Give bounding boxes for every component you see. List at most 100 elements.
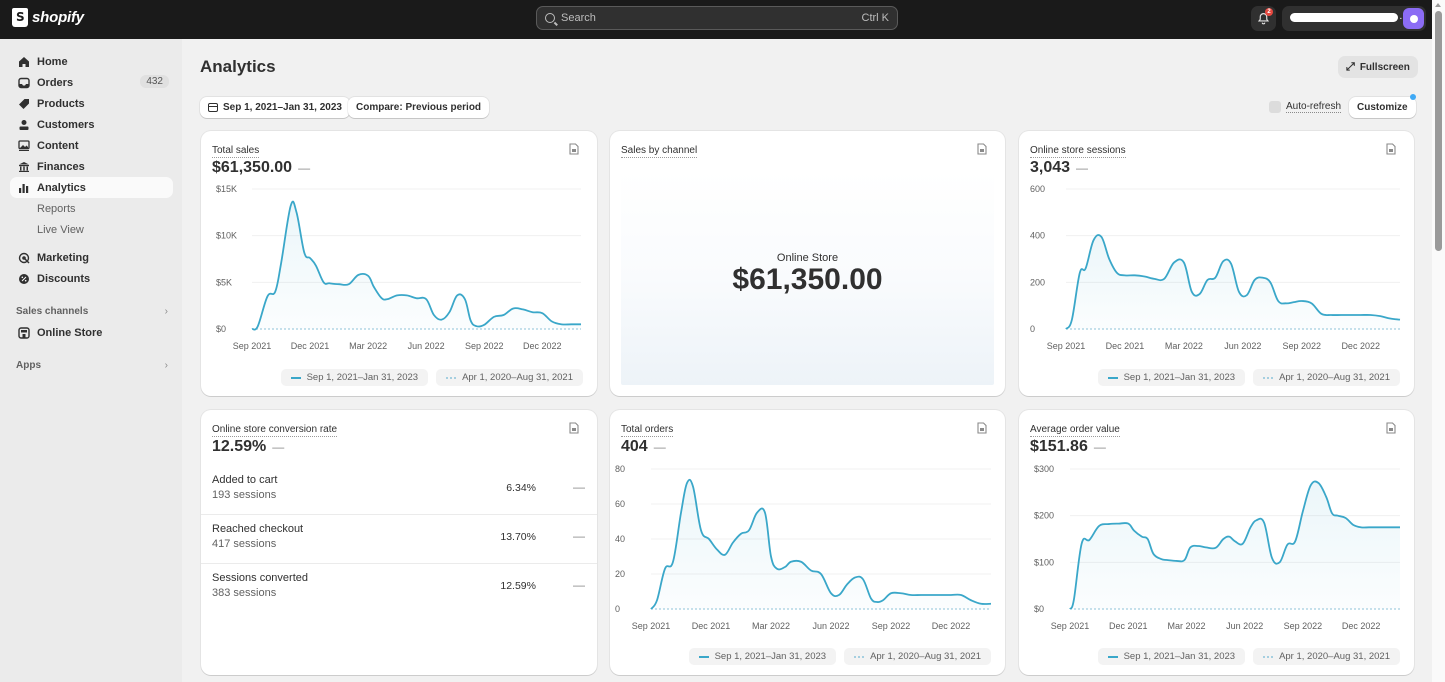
- sidebar-subitem-live-view[interactable]: Live View: [37, 224, 84, 236]
- y-tick-label: $0: [1034, 604, 1044, 614]
- conversion-step-label: Reached checkout: [212, 523, 304, 535]
- card-title[interactable]: Total sales: [212, 145, 260, 158]
- shopify-logo[interactable]: shopify: [12, 8, 84, 27]
- person-icon: [18, 119, 30, 131]
- page-scrollbar[interactable]: [1432, 0, 1445, 682]
- sidebar-section-apps[interactable]: Apps ›: [16, 360, 168, 371]
- legend-previous-period[interactable]: Apr 1, 2020–Aug 31, 2021: [844, 648, 991, 665]
- sidebar-item-marketing[interactable]: Marketing: [10, 247, 173, 268]
- card-title[interactable]: Online store sessions: [1030, 145, 1126, 158]
- sessions-chart: 0 200 400 600 Sep 2021 Dec 2021 Mar 2022 Jun 20…: [1030, 184, 1401, 351]
- conversion-rate-card: Online store conversion rate 12.59% — Ad…: [201, 410, 597, 675]
- card-title[interactable]: Online store conversion rate: [212, 424, 338, 437]
- legend-previous-period[interactable]: Apr 1, 2020–Aug 31, 2021: [1253, 369, 1400, 386]
- sidebar-item-online-store[interactable]: Online Store: [10, 322, 173, 343]
- export-document-icon[interactable]: [569, 422, 579, 434]
- sidebar-subitem-reports[interactable]: Reports: [37, 203, 76, 215]
- card-value: 12.59% —: [212, 438, 284, 456]
- x-tick-label: Mar 2022: [1167, 621, 1205, 631]
- export-document-icon[interactable]: [1386, 143, 1396, 155]
- legend-current-period[interactable]: Sep 1, 2021–Jan 31, 2023: [1097, 369, 1246, 386]
- sidebar-section-sales-channels[interactable]: Sales channels ›: [16, 306, 168, 317]
- customize-button[interactable]: Customize: [1349, 97, 1416, 118]
- legend-previous-period[interactable]: Apr 1, 2020–Aug 31, 2021: [1253, 648, 1400, 665]
- x-tick-label: Jun 2022: [1224, 341, 1261, 351]
- compare-label: Compare: Previous period: [356, 102, 482, 113]
- x-tick-label: Dec 2022: [1341, 341, 1380, 351]
- current-period-area: [1070, 481, 1400, 609]
- top-bar: shopify Search Ctrl K 2 …: [0, 0, 1432, 39]
- export-document-icon[interactable]: [1386, 422, 1396, 434]
- search-input[interactable]: Search Ctrl K: [536, 6, 898, 30]
- notifications-button[interactable]: 2: [1251, 6, 1276, 31]
- account-menu[interactable]: …: [1282, 6, 1426, 31]
- total-orders-chart: 0 20 40 60 80 Sep 2021 Dec 2021 Mar 2022 Jun 202…: [615, 464, 992, 631]
- x-tick-label: Jun 2022: [408, 341, 445, 351]
- scroll-up-arrow-icon[interactable]: [1435, 3, 1441, 7]
- scrollbar-thumb[interactable]: [1435, 11, 1442, 251]
- legend-previous-period[interactable]: Apr 1, 2020–Aug 31, 2021: [436, 369, 583, 386]
- y-tick-label: 200: [1030, 277, 1045, 287]
- y-tick-label: 60: [615, 499, 625, 509]
- y-tick-label: 600: [1030, 184, 1045, 194]
- y-tick-label: 0: [615, 604, 620, 614]
- sidebar-item-customers[interactable]: Customers: [10, 114, 173, 135]
- sidebar-item-analytics[interactable]: Analytics: [10, 177, 173, 198]
- solid-line-swatch: [290, 376, 301, 379]
- current-period-area: [252, 201, 581, 330]
- legend-current-period[interactable]: Sep 1, 2021–Jan 31, 2023: [1097, 648, 1246, 665]
- average-order-value-card: Average order value $151.86 — $0 $100 $200…: [1019, 410, 1414, 675]
- conversion-step-rate: 6.34%: [506, 482, 536, 494]
- sidebar-item-label: Content: [37, 139, 79, 152]
- sidebar-item-label: Customers: [37, 118, 95, 131]
- bank-icon: [18, 161, 30, 173]
- x-tick-label: Sep 2022: [1282, 341, 1321, 351]
- card-title[interactable]: Sales by channel: [621, 145, 698, 158]
- legend-current-period[interactable]: Sep 1, 2021–Jan 31, 2023: [688, 648, 837, 665]
- discount-icon: [18, 273, 30, 285]
- sidebar-item-label: Finances: [37, 160, 85, 173]
- sidebar-item-finances[interactable]: Finances: [10, 156, 173, 177]
- card-title[interactable]: Total orders: [621, 424, 674, 437]
- sidebar-item-orders[interactable]: Orders 432: [10, 72, 173, 93]
- y-tick-label: $0: [216, 324, 226, 334]
- x-tick-label: Dec 2021: [1109, 621, 1148, 631]
- card-title[interactable]: Average order value: [1030, 424, 1120, 437]
- auto-refresh-toggle[interactable]: Auto-refresh: [1269, 101, 1342, 113]
- date-range-picker[interactable]: Sep 1, 2021–Jan 31, 2023: [200, 97, 350, 118]
- x-tick-label: Jun 2022: [812, 621, 849, 631]
- chart-legend: Sep 1, 2021–Jan 31, 2023 Apr 1, 2020–Aug…: [1097, 648, 1400, 665]
- x-tick-label: Dec 2021: [1106, 341, 1145, 351]
- sidebar-item-products[interactable]: Products: [10, 93, 173, 114]
- sidebar-item-label: Discounts: [37, 272, 91, 285]
- conversion-step-label: Sessions converted: [212, 572, 308, 584]
- conversion-row: Sessions converted 383 sessions 12.59% —: [201, 564, 597, 613]
- conversion-step-change: —: [573, 480, 585, 494]
- export-document-icon[interactable]: [977, 422, 987, 434]
- sidebar-item-discounts[interactable]: Discounts: [10, 268, 173, 289]
- search-placeholder: Search: [561, 12, 596, 24]
- chart-legend: Sep 1, 2021–Jan 31, 2023 Apr 1, 2020–Aug…: [280, 369, 583, 386]
- export-document-icon[interactable]: [977, 143, 987, 155]
- legend-current-period[interactable]: Sep 1, 2021–Jan 31, 2023: [280, 369, 429, 386]
- dotted-line-swatch: [1263, 655, 1274, 658]
- x-tick-label: Sep 2022: [1284, 621, 1323, 631]
- search-shortcut: Ctrl K: [861, 12, 890, 24]
- auto-refresh-checkbox[interactable]: [1269, 101, 1281, 113]
- metric-value: 12.59%: [212, 438, 267, 455]
- conversion-step-label: Added to cart: [212, 474, 278, 486]
- x-tick-label: Dec 2021: [291, 341, 330, 351]
- sidebar-item-home[interactable]: Home: [10, 51, 173, 72]
- sidebar-item-content[interactable]: Content: [10, 135, 173, 156]
- card-value: 3,043 —: [1030, 159, 1088, 177]
- avatar: [1403, 8, 1424, 29]
- fullscreen-button[interactable]: ⤢ Fullscreen: [1338, 56, 1418, 78]
- conversion-step-sessions: 383 sessions: [212, 587, 277, 599]
- total-sales-chart: $0 $5K $10K $15K Sep 2021 Dec 2021 Mar 2022 Jun…: [216, 184, 581, 351]
- y-tick-label: 40: [615, 534, 625, 544]
- compare-period-button[interactable]: Compare: Previous period: [348, 97, 490, 118]
- conversion-step-change: —: [573, 529, 585, 543]
- export-document-icon[interactable]: [569, 143, 579, 155]
- legend-label: Sep 1, 2021–Jan 31, 2023: [306, 372, 419, 383]
- metric-value: 404: [621, 438, 648, 455]
